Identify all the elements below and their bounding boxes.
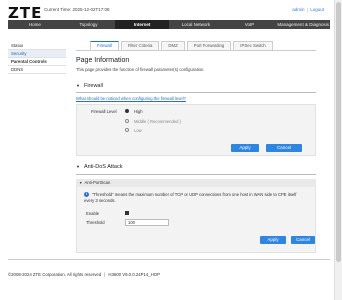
sidebar-item-parental-controls[interactable]: Parental Controls (8, 58, 66, 66)
anti-portscan-title: Anti-PortScan (84, 180, 111, 185)
user-links: admin | Logout (292, 7, 324, 12)
threshold-note: "Threshold" means the maximum number of … (84, 192, 297, 203)
footer-sep: | (104, 272, 106, 277)
nav-tab-voip[interactable]: VoIP (223, 20, 277, 29)
radio-middle[interactable] (125, 119, 129, 123)
page-description: This page provides the function of firew… (76, 67, 205, 72)
collapse-triangle-icon: ▼ (76, 83, 80, 88)
firewall-level-label: Firewall Level (91, 109, 117, 114)
option-high-label: High (134, 109, 143, 114)
enable-label: Enable (86, 211, 100, 216)
nav-tab-home[interactable]: Home (8, 20, 62, 29)
firewall-apply-button[interactable]: Apply (231, 144, 259, 152)
tab-firewall[interactable]: Firewall (90, 41, 119, 50)
page-title: Page Information (76, 57, 130, 64)
nav-tab-topology[interactable]: Topology (62, 20, 116, 29)
firewall-cancel-button[interactable]: Cancel (266, 144, 302, 152)
nav-tab-local-network[interactable]: Local Network (169, 20, 223, 29)
scrollbar-thumb[interactable] (336, 2, 341, 262)
firewall-section-title: Firewall (83, 83, 103, 89)
footer-divider (8, 259, 330, 260)
main-nav: Home Topology Internet Local Network VoI… (8, 20, 330, 29)
collapse-triangle-icon: ▼ (76, 164, 80, 169)
firewall-help-link[interactable]: What should be noticed when configuring … (76, 96, 186, 101)
dos-section-header[interactable]: ▼ Anti-DoS Attack (76, 164, 123, 170)
sidebar-item-status[interactable]: Status (8, 42, 66, 50)
dos-apply-button[interactable]: Apply (260, 236, 286, 244)
sidebar-item-ddns[interactable]: DDNS (8, 66, 66, 74)
firmware-version: H3600 V9.0.0.24P14_HOP (108, 272, 160, 277)
sidebar-item-security[interactable]: Security (8, 50, 66, 58)
option-middle-label: Middle ( Recommended ) (134, 119, 182, 124)
app-frame: ZTE Current Time: 2025-12-02T17:08 admin… (0, 0, 334, 300)
option-low-label: Low (134, 128, 142, 133)
dos-section-title: Anti-DoS Attack (83, 164, 123, 170)
logout-link[interactable]: Logout (310, 7, 324, 12)
tab-dmz[interactable]: DMZ (161, 41, 185, 50)
firewall-section-header[interactable]: ▼ Firewall (76, 83, 103, 89)
nav-tab-internet[interactable]: Internet (115, 20, 170, 29)
dos-divider (76, 174, 316, 175)
security-subtabs: Firewall Filter Criteria DMZ Port Forwar… (90, 41, 275, 50)
threshold-input[interactable]: 100 (125, 219, 169, 226)
tab-port-forwarding[interactable]: Port Forwarding (186, 41, 232, 50)
enable-checkbox[interactable] (125, 211, 129, 215)
collapse-triangle-icon: ▼ (79, 181, 83, 185)
threshold-label: Threshold (86, 220, 105, 225)
user-links-sep: | (306, 7, 308, 12)
tab-filter-criteria[interactable]: Filter Criteria (120, 41, 160, 50)
firewall-divider (76, 92, 316, 93)
radio-low[interactable] (125, 128, 129, 132)
sidebar: Status Security Parental Controls DDNS (8, 42, 66, 74)
anti-portscan-header[interactable]: ▼ Anti-PortScan (76, 179, 316, 187)
page-scrollbar[interactable] (334, 0, 342, 300)
nav-tab-management[interactable]: Management & Diagnosis (276, 20, 330, 29)
copyright-text: ©2008-2024 ZTE Corporation. All rights r… (8, 272, 102, 277)
footer: ©2008-2024 ZTE Corporation. All rights r… (8, 272, 160, 277)
radio-high[interactable] (125, 109, 129, 113)
current-time: Current Time: 2025-12-02T17:08 (44, 7, 110, 12)
subtabs-divider (76, 50, 316, 51)
user-link[interactable]: admin (292, 7, 304, 12)
tab-ipsec-switch[interactable]: IPSec Switch (233, 41, 273, 50)
dos-cancel-button[interactable]: Cancel (291, 236, 315, 244)
